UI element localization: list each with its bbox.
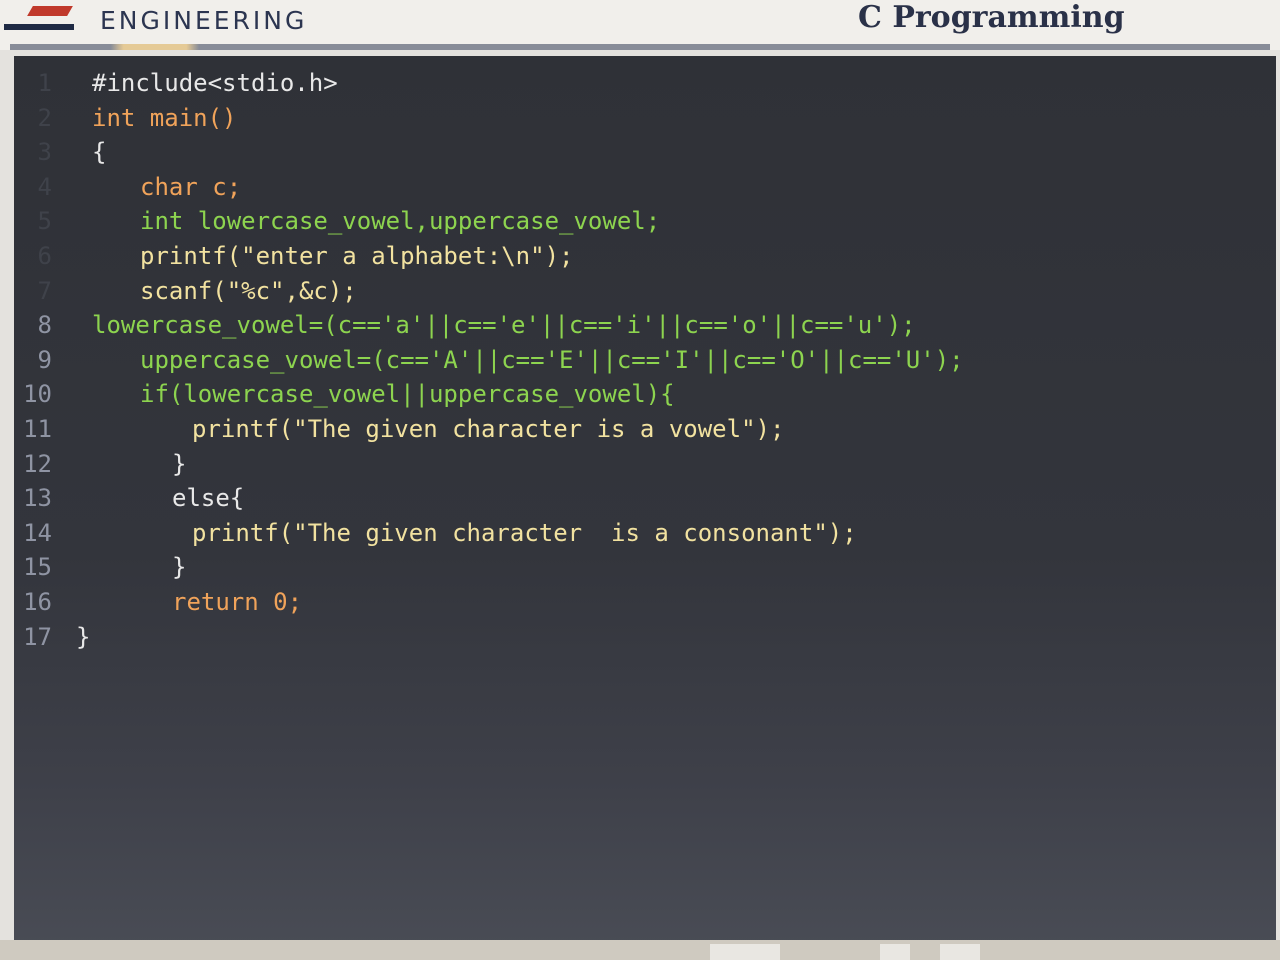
line-number: 1 — [37, 69, 52, 97]
code-line[interactable]: 14 printf("The given character is a conso… — [14, 516, 1276, 551]
line-number: 16 — [23, 587, 52, 616]
code-text: printf("The given character is a consona… — [192, 518, 857, 547]
code-text: int lowercase_vowel,uppercase_vowel; — [140, 207, 661, 236]
code-text: { — [92, 138, 107, 167]
line-number: 17 — [23, 622, 52, 651]
line-number: 2 — [37, 103, 52, 132]
code-line[interactable]: 9 uppercase_vowel=(c=='A'||c=='E'||c=='I'… — [14, 343, 1276, 378]
code-text: lowercase_vowel=(c=='a'||c=='e'||c=='i'|… — [92, 311, 916, 340]
line-number: 3 — [37, 138, 52, 167]
code-text: scanf("%c",&c); — [140, 276, 357, 305]
code-text: } — [172, 553, 187, 582]
line-number: 8 — [37, 311, 52, 340]
brand-logo — [0, 6, 88, 36]
code-line[interactable]: 10 if(lowercase_vowel||uppercase_vowel){ — [14, 377, 1276, 412]
code-line[interactable]: 8 lowercase_vowel=(c=='a'||c=='e'||c=='i'… — [14, 308, 1276, 343]
brand-title: ENGINEERING — [100, 6, 308, 35]
line-number: 9 — [37, 345, 52, 374]
code-line[interactable]: 3{ — [14, 135, 1276, 170]
taskbar-item[interactable] — [940, 944, 980, 960]
line-number: 14 — [23, 518, 52, 547]
code-area[interactable]: 1 #include<stdio.h> 2 int main() 3{ 4 char … — [14, 66, 1276, 654]
line-number: 7 — [37, 276, 52, 305]
line-number: 15 — [23, 553, 52, 582]
code-line[interactable]: 5 int lowercase_vowel,uppercase_vowel; — [14, 204, 1276, 239]
code-line[interactable]: 12} — [14, 447, 1276, 482]
slide-header: ENGINEERING C Programming — [0, 0, 1280, 50]
taskbar-item[interactable] — [880, 944, 910, 960]
code-line[interactable]: 2 int main() — [14, 101, 1276, 136]
taskbar-item[interactable] — [710, 944, 780, 960]
code-text: #include<stdio.h> — [92, 69, 338, 97]
line-number: 12 — [23, 449, 52, 478]
code-line[interactable]: 16 return 0; — [14, 585, 1276, 620]
code-line[interactable]: 6 printf("enter a alphabet:\n"); — [14, 239, 1276, 274]
code-text: if(lowercase_vowel||uppercase_vowel){ — [140, 380, 675, 409]
code-text: else{ — [172, 484, 245, 513]
line-number: 13 — [23, 484, 52, 513]
code-line[interactable]: 17} — [14, 620, 1276, 655]
code-line[interactable]: 1 #include<stdio.h> — [14, 66, 1276, 101]
course-title: C Programming — [858, 0, 1125, 35]
line-number: 10 — [23, 380, 52, 409]
code-text: printf("The given character is a vowel")… — [192, 414, 785, 443]
code-text: uppercase_vowel=(c=='A'||c=='E'||c=='I'|… — [140, 345, 964, 374]
code-line[interactable]: 15} — [14, 550, 1276, 585]
line-number: 11 — [23, 414, 52, 443]
code-text: } — [76, 622, 91, 651]
header-divider — [10, 44, 1270, 50]
code-text: int main() — [92, 103, 237, 132]
code-text: } — [172, 449, 187, 478]
screen-bottom-edge — [0, 940, 1280, 960]
line-number: 4 — [37, 172, 52, 201]
line-number: 6 — [37, 241, 52, 270]
line-number: 5 — [37, 207, 52, 236]
code-line[interactable]: 7 scanf("%c",&c); — [14, 274, 1276, 309]
code-editor[interactable]: 1 #include<stdio.h> 2 int main() 3{ 4 char … — [14, 56, 1276, 960]
code-line[interactable]: 13 else{ — [14, 481, 1276, 516]
code-text: char c; — [140, 172, 242, 201]
code-text: printf("enter a alphabet:\n"); — [140, 241, 574, 270]
code-line[interactable]: 4 char c; — [14, 170, 1276, 205]
code-line[interactable]: 11 printf("The given character is a vowel… — [14, 412, 1276, 447]
code-text: return 0; — [172, 587, 303, 616]
